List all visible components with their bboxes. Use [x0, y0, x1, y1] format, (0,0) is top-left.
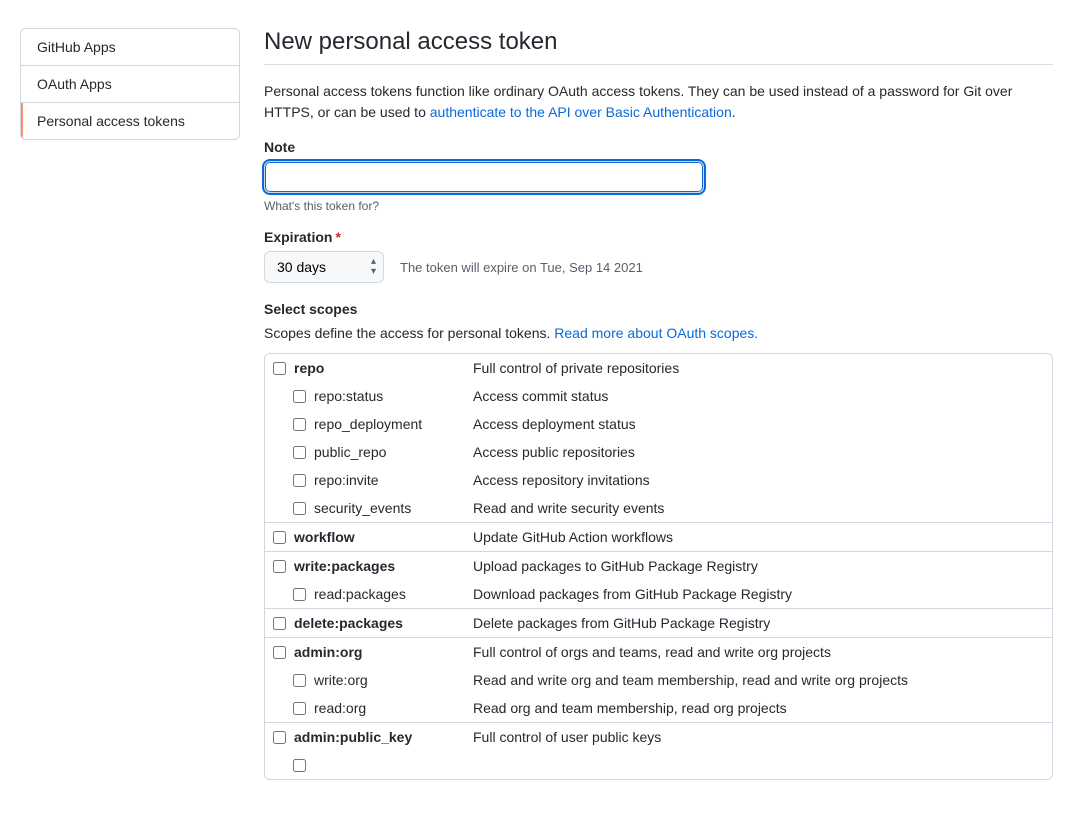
main-content: New personal access token Personal acces… — [264, 0, 1053, 780]
scope-name: delete:packages — [294, 615, 403, 631]
scope-checkbox-read-packages[interactable] — [293, 588, 306, 601]
scope-desc: Full control of user public keys — [473, 729, 1044, 745]
expiration-label-text: Expiration — [264, 229, 332, 245]
scope-checkbox-write-packages[interactable] — [273, 560, 286, 573]
intro-post: . — [732, 104, 736, 120]
scope-checkbox-child-placeholder[interactable] — [293, 759, 306, 772]
scope-name: repo_deployment — [314, 416, 422, 432]
scope-group-admin-org: admin:org Full control of orgs and teams… — [265, 638, 1052, 723]
note-label: Note — [264, 139, 1053, 155]
scope-checkbox-write-org[interactable] — [293, 674, 306, 687]
scope-desc: Access deployment status — [473, 416, 1044, 432]
scope-checkbox-admin-org[interactable] — [273, 646, 286, 659]
sidebar-item-oauth-apps[interactable]: OAuth Apps — [21, 66, 239, 103]
scope-group-write-packages: write:packages Upload packages to GitHub… — [265, 552, 1052, 609]
scope-name: public_repo — [314, 444, 386, 460]
scope-group-admin-public-key: admin:public_key Full control of user pu… — [265, 723, 1052, 779]
scope-desc: Access repository invitations — [473, 472, 1044, 488]
scopes-intro-pre: Scopes define the access for personal to… — [264, 325, 554, 341]
intro-text: Personal access tokens function like ord… — [264, 81, 1053, 123]
scope-desc: Full control of private repositories — [473, 360, 1044, 376]
scope-group-repo: repo Full control of private repositorie… — [265, 354, 1052, 523]
scope-checkbox-workflow[interactable] — [273, 531, 286, 544]
scope-name: write:org — [314, 672, 368, 688]
expiration-select[interactable]: 30 days — [264, 251, 384, 283]
scope-desc: Full control of orgs and teams, read and… — [473, 644, 1044, 660]
scope-checkbox-repo-deployment[interactable] — [293, 418, 306, 431]
scope-name: repo — [294, 360, 324, 376]
scopes-intro: Scopes define the access for personal to… — [264, 325, 1053, 341]
required-indicator: * — [335, 229, 340, 245]
scope-name: read:packages — [314, 586, 406, 602]
sidebar-item-github-apps[interactable]: GitHub Apps — [21, 29, 239, 66]
scope-name: write:packages — [294, 558, 395, 574]
scope-table: repo Full control of private repositorie… — [264, 353, 1053, 780]
sidebar-item-personal-tokens[interactable]: Personal access tokens — [21, 103, 239, 139]
scopes-intro-link[interactable]: Read more about OAuth scopes. — [554, 325, 758, 341]
scope-desc: Update GitHub Action workflows — [473, 529, 1044, 545]
scope-desc: Read org and team membership, read org p… — [473, 700, 1044, 716]
scope-desc: Download packages from GitHub Package Re… — [473, 586, 1044, 602]
scope-name: security_events — [314, 500, 411, 516]
scope-name: read:org — [314, 700, 366, 716]
scope-checkbox-repo-status[interactable] — [293, 390, 306, 403]
scope-checkbox-public-repo[interactable] — [293, 446, 306, 459]
scope-desc: Read and write security events — [473, 500, 1044, 516]
scope-name: admin:public_key — [294, 729, 412, 745]
scope-name: repo:status — [314, 388, 383, 404]
expiration-hint: The token will expire on Tue, Sep 14 202… — [400, 260, 643, 275]
scope-checkbox-admin-public-key[interactable] — [273, 731, 286, 744]
scope-checkbox-repo-invite[interactable] — [293, 474, 306, 487]
scope-checkbox-repo[interactable] — [273, 362, 286, 375]
scope-checkbox-delete-packages[interactable] — [273, 617, 286, 630]
sidebar: GitHub Apps OAuth Apps Personal access t… — [20, 0, 240, 780]
scope-desc: Read and write org and team membership, … — [473, 672, 1044, 688]
scope-desc: Upload packages to GitHub Package Regist… — [473, 558, 1044, 574]
scope-name: admin:org — [294, 644, 362, 660]
scope-group-delete-packages: delete:packages Delete packages from Git… — [265, 609, 1052, 638]
scope-desc: Access public repositories — [473, 444, 1044, 460]
page-title: New personal access token — [264, 28, 1053, 65]
intro-link[interactable]: authenticate to the API over Basic Authe… — [430, 104, 732, 120]
scope-group-workflow: workflow Update GitHub Action workflows — [265, 523, 1052, 552]
scope-name: workflow — [294, 529, 355, 545]
note-input[interactable] — [264, 161, 704, 193]
scope-name: repo:invite — [314, 472, 379, 488]
expiration-label: Expiration* — [264, 229, 1053, 245]
scope-checkbox-security-events[interactable] — [293, 502, 306, 515]
sidebar-nav: GitHub Apps OAuth Apps Personal access t… — [20, 28, 240, 140]
note-help: What's this token for? — [264, 199, 1053, 213]
scope-desc: Delete packages from GitHub Package Regi… — [473, 615, 1044, 631]
scopes-heading: Select scopes — [264, 301, 1053, 317]
scope-desc: Access commit status — [473, 388, 1044, 404]
scope-checkbox-read-org[interactable] — [293, 702, 306, 715]
